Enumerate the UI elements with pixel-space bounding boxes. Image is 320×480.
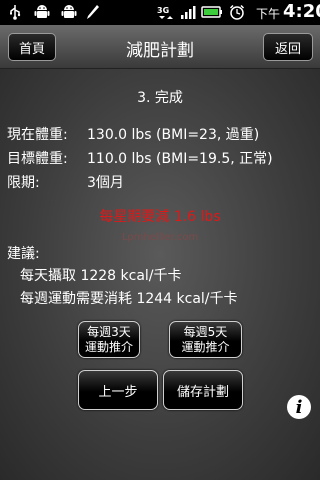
- plan-summary: 3. 完成 現在體重: 130.0 lbs (BMI=23, 過重) 目標體重: 1…: [0, 69, 320, 480]
- exercise-5-days-button[interactable]: 每週5天 運動推介: [169, 321, 242, 358]
- target-weight-label: 目標體重:: [7, 151, 68, 167]
- weekly-loss-headline: 每星期要減 1.6 lbs: [99, 209, 221, 225]
- 3g-icon: 3G: [156, 4, 176, 20]
- android-icon: [34, 4, 50, 20]
- period-label: 限期:: [7, 175, 40, 191]
- advice-exercise: 每週運動需要消耗 1244 kcal/千卡: [20, 291, 238, 307]
- step-label: 3. 完成: [137, 90, 183, 106]
- exercise-3-days-button[interactable]: 每週3天 運動推介: [78, 321, 140, 358]
- current-weight-label: 現在體重:: [7, 127, 68, 143]
- pen-icon: [86, 4, 100, 20]
- exercise-5-days-line2: 運動推介: [181, 339, 230, 354]
- exercise-5-days-line1: 每週5天: [183, 324, 228, 339]
- current-weight-value: 130.0 lbs (BMI=23, 過重): [87, 127, 260, 143]
- battery-icon: [201, 4, 223, 20]
- period-row: 限期: 3個月: [7, 172, 124, 192]
- status-ampm: 下午: [256, 7, 281, 21]
- svg-text:3G: 3G: [157, 6, 169, 15]
- back-button[interactable]: 返回: [263, 33, 313, 61]
- period-value: 3個月: [87, 175, 124, 191]
- exercise-3-days-line1: 每週3天: [87, 324, 131, 339]
- save-plan-button[interactable]: 儲存計劃: [163, 370, 243, 410]
- advice-title: 建議:: [7, 246, 40, 262]
- exercise-3-days-line2: 運動推介: [84, 339, 133, 354]
- status-time: 4:20: [283, 1, 320, 22]
- signal-icon: [180, 4, 196, 20]
- title-bar: 首頁 減肥計劃 返回: [0, 25, 320, 69]
- android-icon: [61, 4, 77, 20]
- status-bar: 3G 下午 4:20: [0, 0, 320, 25]
- target-weight-row: 目標體重: 110.0 lbs (BMI=19.5, 正常): [7, 148, 273, 168]
- previous-step-button[interactable]: 上一步: [78, 370, 158, 410]
- info-icon[interactable]: i: [287, 395, 311, 419]
- advice-intake: 每天攝取 1228 kcal/千卡: [20, 268, 182, 284]
- usb-icon: [8, 4, 22, 20]
- target-weight-value: 110.0 lbs (BMI=19.5, 正常): [87, 151, 273, 167]
- alarm-icon: [229, 4, 245, 20]
- watermark: Lpmhelller.com: [121, 232, 199, 243]
- current-weight-row: 現在體重: 130.0 lbs (BMI=23, 過重): [7, 124, 259, 144]
